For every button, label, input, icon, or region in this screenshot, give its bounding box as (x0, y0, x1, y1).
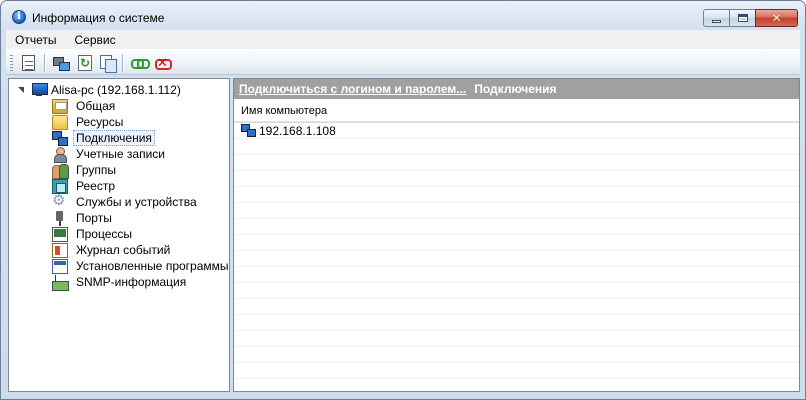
tree-item-connections[interactable]: Подключения (52, 130, 232, 146)
tree-item-services[interactable]: Службы и устройства (52, 193, 232, 210)
tree-item-label: Общая (76, 99, 116, 113)
tree-item-registry[interactable]: Реестр (52, 178, 232, 194)
tree-item-eventlog[interactable]: Журнал событий (52, 242, 232, 258)
empty-row (234, 139, 799, 155)
empty-row (234, 299, 799, 315)
maximize-button[interactable] (729, 9, 755, 27)
empty-row (234, 187, 799, 203)
app-window: i Информация о системе ✕ Отчеты Сервис ↻… (0, 0, 806, 400)
tree-item-processes[interactable]: Процессы (52, 226, 232, 242)
process-icon (52, 226, 68, 242)
toolbar-grip[interactable] (10, 55, 13, 71)
empty-row (234, 347, 799, 363)
empty-row (234, 171, 799, 187)
maximize-icon (737, 14, 748, 22)
minimize-button[interactable] (703, 9, 729, 27)
empty-row (234, 235, 799, 251)
list-item[interactable]: 192.168.1.108 (234, 123, 799, 139)
window-title: Информация о системе (32, 11, 165, 25)
connections-list: 192.168.1.108 (234, 123, 799, 379)
tree-item-label: Процессы (76, 227, 133, 241)
folder-icon (52, 114, 68, 130)
connect-icon (131, 58, 150, 69)
connect-button[interactable] (130, 54, 150, 72)
tree-item-label: Подключения (73, 130, 155, 146)
column-header-label: Имя компьютера (241, 104, 328, 117)
empty-row (234, 219, 799, 235)
toolbar-separator (44, 54, 46, 72)
tree-items: Общая Ресурсы Подключения Учетные записи… (52, 98, 232, 291)
network-computer-icon (241, 124, 256, 137)
copy-icon (100, 55, 117, 73)
tree-item-general[interactable]: Общая (52, 98, 232, 114)
title-bar[interactable]: i Информация о системе ✕ (1, 1, 805, 30)
tree-item-ports[interactable]: Порты (52, 210, 232, 226)
tree-item-resources[interactable]: Ресурсы (52, 114, 232, 130)
column-header-computer-name[interactable]: Имя компьютера (234, 100, 799, 122)
empty-row (234, 155, 799, 171)
tree-item-snmp[interactable]: SNMP-информация (52, 274, 232, 291)
empty-row (234, 283, 799, 299)
tree-item-label: Ресурсы (76, 115, 124, 129)
collapse-arrow-icon[interactable] (17, 86, 26, 95)
programs-icon (52, 258, 68, 274)
empty-row (234, 203, 799, 219)
tree-item-accounts[interactable]: Учетные записи (52, 146, 232, 163)
info-icon: i (12, 10, 26, 24)
computer-icon (31, 83, 48, 97)
group-icon (52, 163, 69, 179)
content-header: Подключиться с логином и паролем... Подк… (234, 79, 799, 99)
close-icon: ✕ (771, 11, 782, 25)
navigation-tree[interactable]: Alisa-pc (192.168.1.112) Общая Ресурсы П… (8, 78, 230, 392)
tree-root-computer[interactable]: Alisa-pc (192.168.1.112) (17, 82, 181, 98)
tree-item-groups[interactable]: Группы (52, 162, 232, 179)
menu-service[interactable]: Сервис (65, 33, 124, 47)
tree-item-label: SNMP-информация (76, 275, 187, 289)
tree-root-label: Alisa-pc (192.168.1.112) (51, 83, 181, 97)
snmp-icon (52, 274, 69, 291)
general-icon (52, 98, 68, 114)
toolbar-separator (122, 54, 124, 72)
minimize-icon (712, 19, 721, 23)
disconnect-button[interactable] (153, 54, 172, 72)
content-pane: Подключиться с логином и паролем... Подк… (233, 78, 800, 392)
tree-item-label: Реестр (76, 179, 115, 193)
user-icon (52, 146, 68, 163)
tree-item-programs[interactable]: Установленные программы (52, 258, 232, 274)
refresh-button[interactable] (76, 54, 94, 72)
port-icon (52, 210, 68, 226)
refresh-icon (78, 55, 92, 71)
empty-row (234, 315, 799, 331)
tree-item-label: Журнал событий (76, 243, 171, 257)
tree-item-label: Группы (76, 163, 116, 177)
window-controls: ✕ (703, 9, 798, 27)
empty-row (234, 251, 799, 267)
services-icon (52, 193, 68, 210)
empty-row (234, 267, 799, 283)
network-computer-button[interactable] (52, 54, 70, 72)
toolbar (6, 49, 800, 75)
menu-reports[interactable]: Отчеты (6, 33, 65, 47)
connections-icon (52, 130, 68, 146)
copy-button[interactable] (99, 54, 117, 73)
network-computer-icon (53, 56, 70, 71)
tree-item-label: Установленные программы (76, 259, 229, 273)
login-connect-link[interactable]: Подключиться с логином и паролем... (239, 82, 466, 96)
report-button[interactable] (20, 54, 38, 72)
eventlog-icon (52, 242, 68, 258)
menu-bar: Отчеты Сервис (6, 30, 800, 49)
tree-item-label: Службы и устройства (76, 195, 197, 209)
tree-item-label: Порты (76, 211, 112, 225)
report-icon (22, 55, 35, 71)
section-title: Подключения (474, 82, 557, 96)
close-button[interactable]: ✕ (755, 9, 798, 27)
tree-item-label: Учетные записи (76, 147, 165, 161)
empty-row (234, 331, 799, 347)
disconnect-icon (154, 55, 172, 71)
empty-row (234, 363, 799, 379)
list-item-label: 192.168.1.108 (259, 123, 336, 138)
